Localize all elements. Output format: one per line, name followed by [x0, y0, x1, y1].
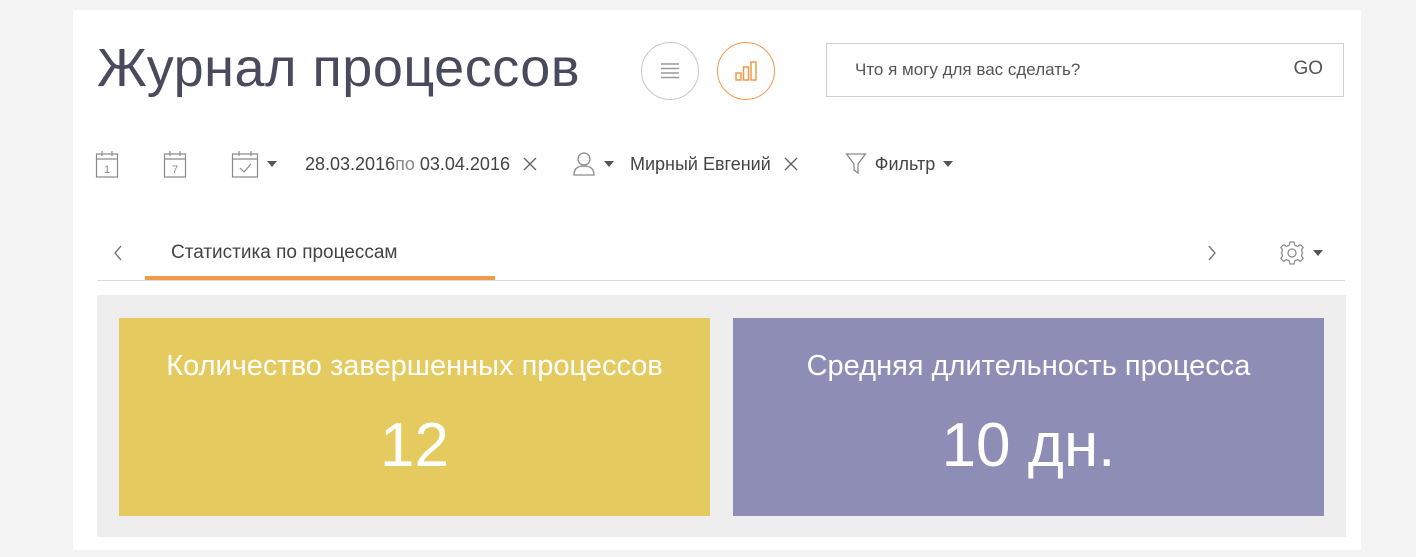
day-filter-button[interactable]: 1 [95, 149, 119, 179]
dashboard-settings-button[interactable] [1279, 240, 1323, 266]
filter-label: Фильтр [874, 153, 936, 174]
clear-date-button[interactable] [522, 156, 538, 172]
calendar-day-icon: 1 [95, 151, 119, 178]
close-icon [523, 157, 537, 171]
filter-bar: 1 7 28.03.2016по 03.04.2016 Мирный Евген… [95, 147, 954, 181]
widget-value: 10 дн. [941, 411, 1116, 480]
bar-chart-icon [735, 61, 757, 81]
chevron-left-icon [114, 245, 122, 261]
widget-caption: Количество завершенных процессов [166, 350, 663, 382]
tab-process-statistics[interactable]: Статистика по процессам [145, 232, 495, 280]
completed-processes-widget: Количество завершенных процессов 12 [119, 318, 710, 516]
chevron-down-icon [267, 161, 277, 167]
owner-value: Мирный Евгений [629, 153, 771, 174]
chevron-down-icon [1313, 250, 1323, 256]
owner-filter-button[interactable] [572, 151, 614, 177]
close-icon [784, 157, 798, 171]
dashboard-panel: Количество завершенных процессов 12 Сред… [97, 295, 1346, 537]
analytics-view-button[interactable] [717, 42, 775, 100]
date-range-value: 28.03.2016по 03.04.2016 [305, 154, 510, 175]
page-title: Журнал процессов [97, 38, 581, 98]
command-search: GO [826, 43, 1344, 97]
chevron-down-icon [603, 161, 614, 167]
calendar-check-icon [231, 151, 259, 178]
chevron-right-icon [1208, 245, 1216, 261]
average-duration-widget: Средняя длительность процесса 10 дн. [733, 318, 1324, 516]
date-connector: по [395, 153, 415, 174]
tab-label: Статистика по процессам [171, 242, 398, 263]
search-input[interactable] [853, 54, 1257, 86]
calendar-week-icon: 7 [163, 151, 187, 178]
chevron-down-icon [943, 161, 954, 167]
user-icon [573, 152, 595, 176]
list-view-button[interactable] [641, 42, 699, 100]
period-filter-button[interactable] [231, 149, 277, 179]
process-log-page: Журнал процессов GO [73, 10, 1361, 550]
widget-caption: Средняя длительность процесса [806, 350, 1251, 382]
widget-value: 12 [380, 411, 449, 480]
week-filter-button[interactable]: 7 [163, 149, 187, 179]
go-button[interactable]: GO [1293, 58, 1323, 80]
tab-scroll-right-button[interactable] [1205, 242, 1219, 269]
calendar-week-number: 7 [172, 164, 178, 176]
gear-icon [1280, 241, 1304, 265]
date-from: 28.03.2016 [305, 153, 396, 174]
clear-owner-button[interactable] [783, 156, 799, 172]
tab-scroll-left-button[interactable] [111, 242, 125, 269]
date-to: 03.04.2016 [419, 153, 510, 174]
calendar-day-number: 1 [104, 164, 110, 176]
list-icon [661, 63, 679, 79]
filter-button[interactable]: Фильтр [844, 152, 954, 176]
funnel-icon [844, 153, 867, 175]
tab-bar: Статистика по процессам [97, 232, 1345, 281]
